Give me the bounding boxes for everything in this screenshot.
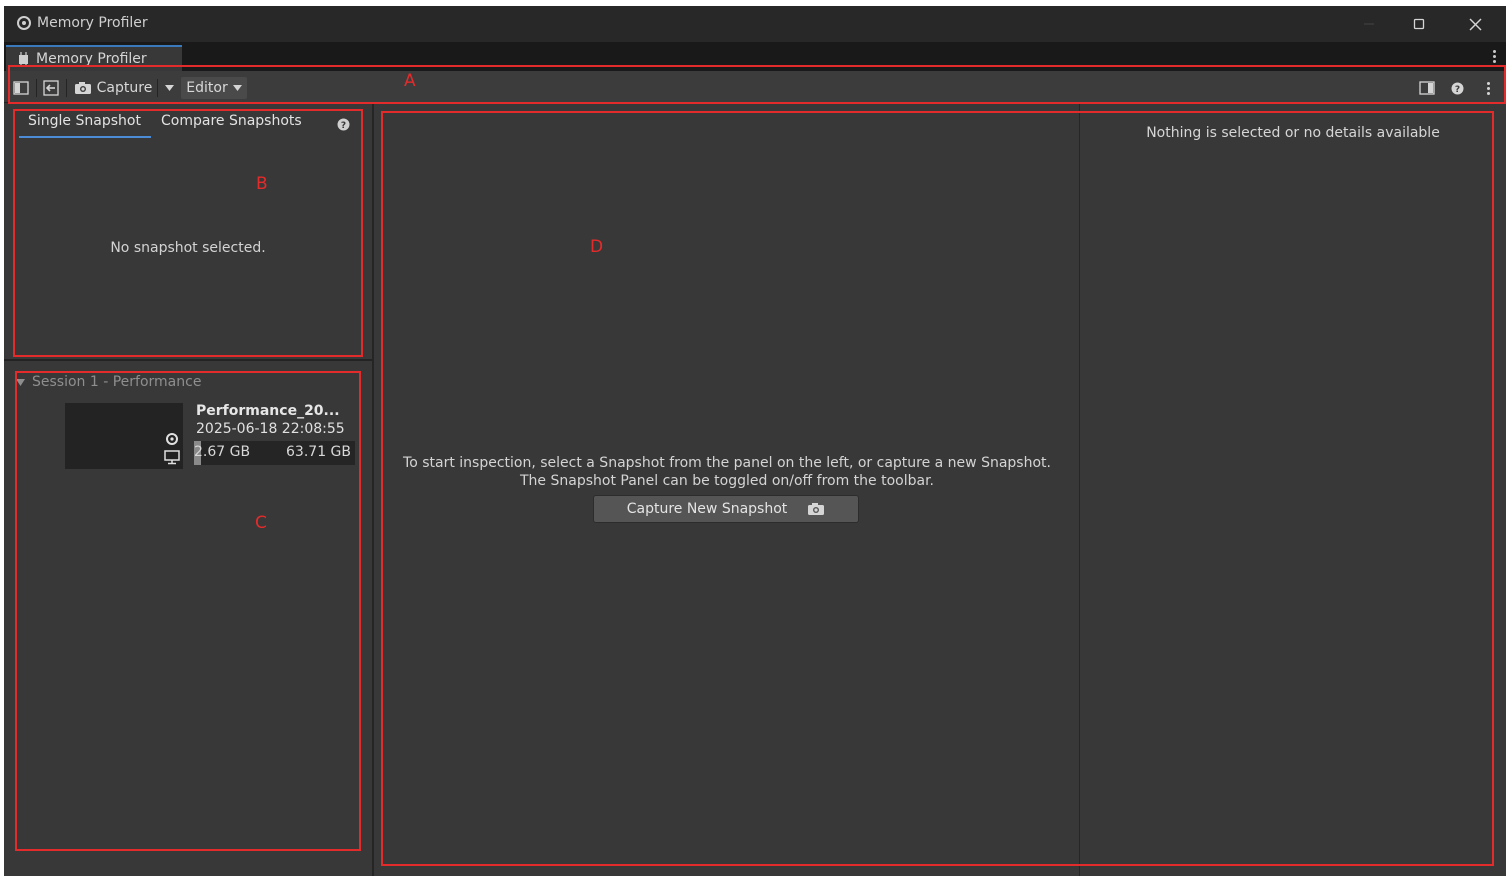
unity-logo-icon: [16, 15, 32, 31]
maximize-icon: [1413, 18, 1425, 30]
window-title: Memory Profiler: [37, 15, 148, 31]
title-bar: Memory Profiler: [4, 6, 1506, 42]
maximize-button[interactable]: [1404, 14, 1434, 34]
minimize-button[interactable]: [1354, 14, 1384, 34]
close-window-button[interactable]: [1460, 14, 1490, 34]
annotation-label-a: A: [404, 71, 416, 91]
memory-profiler-window: Memory Profiler Memory Profiler Capture …: [4, 6, 1506, 876]
panel-divider[interactable]: [4, 359, 372, 361]
annotation-box-b: [13, 109, 363, 357]
annotation-box-d: [381, 111, 1494, 866]
annotation-box-c: [15, 371, 361, 851]
annotation-box-a: [8, 65, 1506, 104]
minimize-icon: [1363, 18, 1375, 30]
annotation-label-c: C: [255, 513, 267, 533]
annotation-label-d: D: [590, 237, 604, 257]
window-title-group: Memory Profiler: [16, 15, 148, 31]
tab-options-kebab-icon[interactable]: [1493, 50, 1496, 63]
close-icon: [1469, 18, 1482, 31]
annotation-label-b: B: [256, 174, 268, 194]
